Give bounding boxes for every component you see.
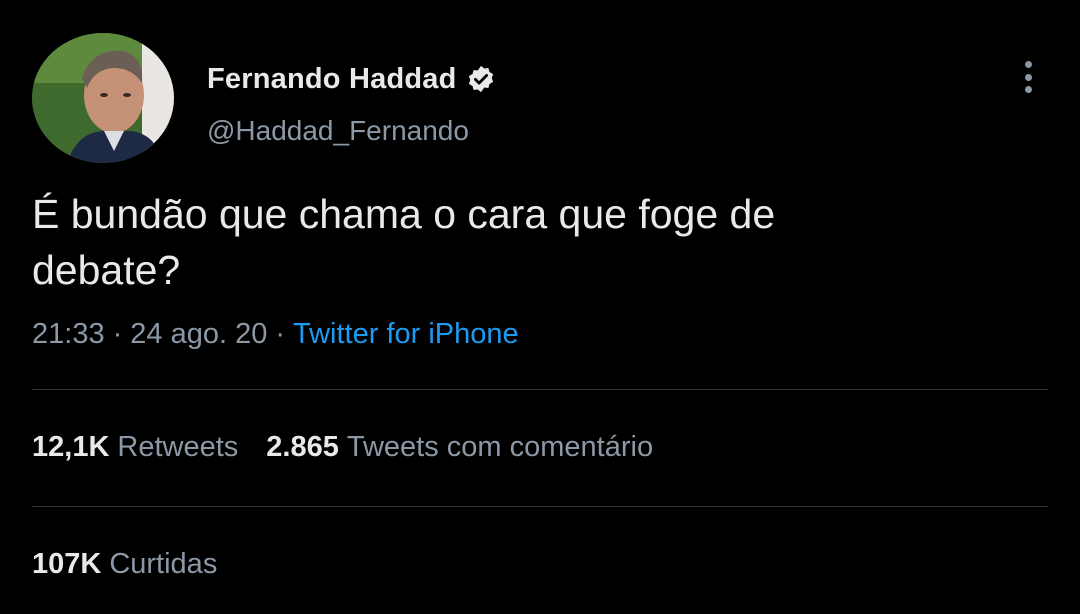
more-dot [1024,86,1032,93]
tweet-text: É bundão que chama o cara que foge de de… [32,186,1032,298]
meta-separator: · [275,318,285,350]
tweet-source-link[interactable]: Twitter for iPhone [293,318,519,350]
author-name-row[interactable]: Fernando Haddad [207,61,496,97]
engagement-stats-row: 12,1K Retweets 2.865 Tweets com comentário [32,431,653,464]
tweet-date[interactable]: 24 ago. 20 [130,318,267,350]
retweets-label: Retweets [117,431,239,463]
likes-stats-row: 107K Curtidas [32,548,217,581]
quote-tweets-count: 2.865 [266,431,339,463]
avatar[interactable] [32,33,174,163]
divider [32,506,1048,507]
likes-stat[interactable]: 107K Curtidas [32,548,217,580]
author-display-name[interactable]: Fernando Haddad [207,63,457,96]
tweet-time[interactable]: 21:33 [32,318,105,350]
verified-badge-icon [466,64,496,94]
more-dot [1024,61,1032,68]
tweet-text-line: debate? [32,247,181,293]
more-dot [1024,73,1032,81]
author-handle[interactable]: @Haddad_Fernando [207,115,469,147]
meta-separator: · [112,318,123,350]
quote-tweets-label: Tweets com comentário [346,431,654,463]
retweets-count: 12,1K [32,431,110,463]
retweets-stat[interactable]: 12,1K Retweets [32,431,238,463]
likes-label: Curtidas [109,548,218,580]
likes-count: 107K [32,548,102,580]
tweet-meta: 21:33 · 24 ago. 20 · Twitter for iPhone [32,318,519,351]
tweet-header: Fernando Haddad @Haddad_Fernando [32,33,1048,163]
quote-tweets-stat[interactable]: 2.865 Tweets com comentário [266,431,653,463]
tweet-text-line: É bundão que chama o cara que foge de [32,191,776,237]
divider [32,389,1048,390]
more-options-icon[interactable] [1016,59,1040,95]
avatar-photo [32,33,174,163]
